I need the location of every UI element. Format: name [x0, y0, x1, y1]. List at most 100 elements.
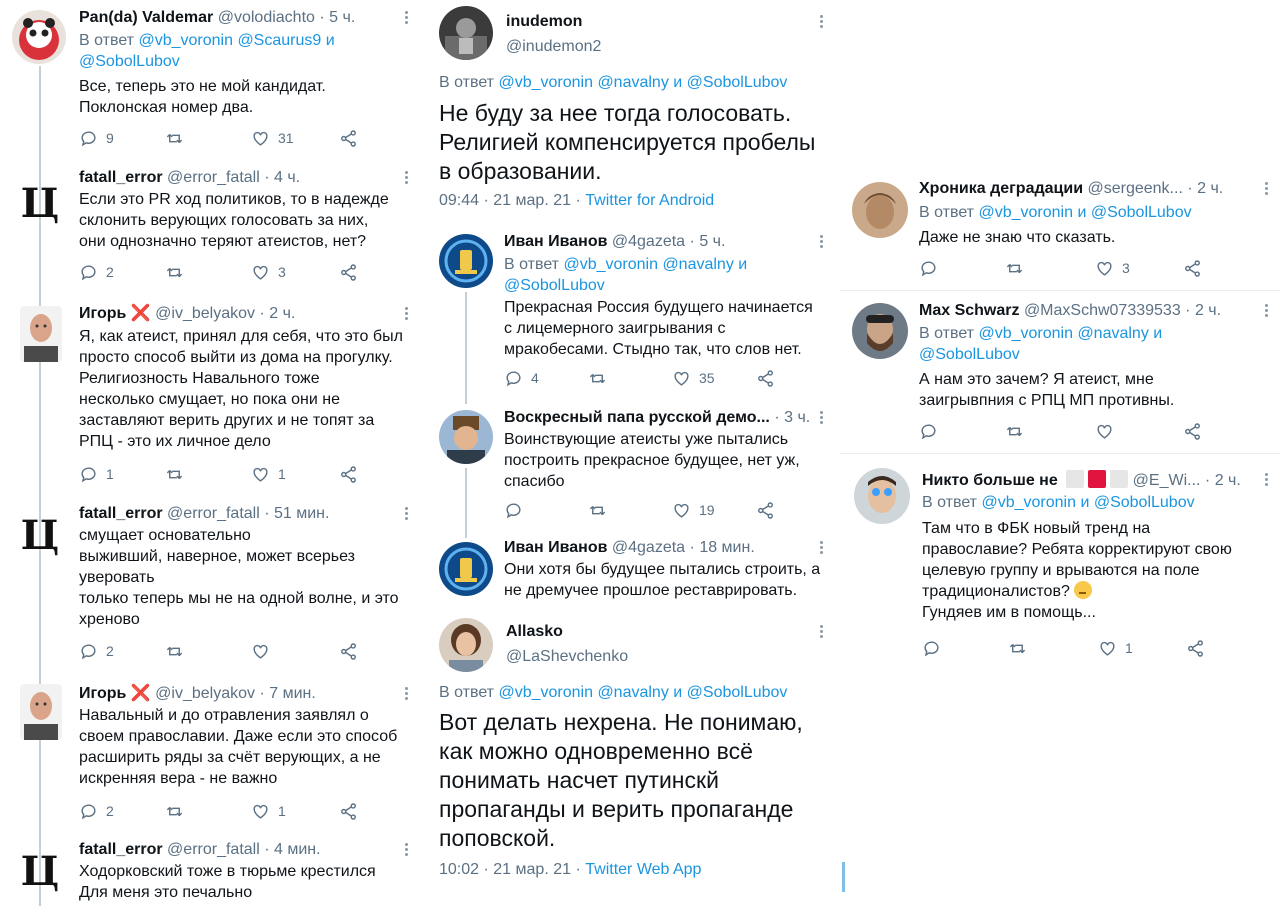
author-handle[interactable]: @4gazeta — [612, 539, 685, 556]
tweet-date[interactable]: 21 мар. 21 — [493, 861, 571, 878]
author-name[interactable]: fatall_error — [79, 841, 163, 858]
author-handle[interactable]: @MaxSchw07339533 — [1024, 302, 1181, 319]
tweet[interactable]: Иван Иванов @4gazeta · 5 ч. В ответ @vb_… — [425, 222, 840, 400]
author-handle[interactable]: @E_Wi... — [1133, 472, 1201, 489]
mention-link[interactable]: @vb_voronin — [138, 32, 233, 49]
tweet-focused[interactable]: inudemon @inudemon2 В ответ @vb_voronin … — [425, 0, 840, 222]
mention-link[interactable]: @SobolLubov — [1094, 494, 1195, 511]
more-icon[interactable] — [818, 14, 824, 30]
reply-button[interactable]: 9 — [79, 128, 114, 148]
tweet[interactable]: Игорь ❌ @iv_belyakov · 7 мин. Навальный … — [0, 676, 425, 836]
avatar[interactable]: Ц — [20, 178, 60, 230]
tweet-time[interactable]: 4 ч. — [274, 169, 300, 186]
tweet[interactable]: Иван Иванов @4gazeta · 18 мин. Они хотя … — [425, 532, 840, 612]
tweet[interactable]: Pan(da) Valdemar @volodiachto · 5 ч. В о… — [0, 0, 425, 160]
retweet-button[interactable] — [588, 500, 615, 520]
tweet-time[interactable]: 3 ч. — [784, 409, 810, 426]
mention-link[interactable]: @vb_voronin — [498, 684, 593, 701]
mention-link[interactable]: @SobolLubov — [504, 277, 605, 294]
author-handle[interactable]: @error_fatall — [167, 505, 260, 522]
author-handle[interactable]: @iv_belyakov — [155, 305, 255, 322]
mention-link[interactable]: @vb_voronin — [563, 256, 658, 273]
avatar[interactable]: Ц — [20, 846, 60, 898]
share-button[interactable] — [756, 368, 775, 388]
more-icon[interactable] — [403, 10, 409, 26]
tweet-time[interactable]: 10:02 — [439, 861, 479, 878]
author-name[interactable]: Воскресный папа русской демо... — [504, 409, 770, 426]
like-button[interactable]: 19 — [672, 500, 715, 520]
author-handle[interactable]: @iv_belyakov — [155, 685, 255, 702]
mention-link[interactable]: @SobolLubov — [687, 684, 788, 701]
more-icon[interactable] — [1263, 181, 1269, 197]
avatar[interactable] — [439, 410, 493, 464]
reply-button[interactable]: 1 — [79, 464, 114, 484]
share-button[interactable] — [1183, 421, 1202, 441]
avatar[interactable] — [439, 6, 493, 60]
like-button[interactable]: 1 — [251, 801, 286, 821]
tweet-time[interactable]: 2 ч. — [1215, 472, 1241, 489]
author-name[interactable]: Игорь — [79, 305, 126, 322]
avatar[interactable]: Ц — [20, 510, 60, 562]
like-button[interactable]: 3 — [1095, 258, 1130, 278]
reply-button[interactable] — [922, 638, 949, 658]
tweet[interactable]: Ц fatall_error @error_fatall · 51 мин. с… — [0, 496, 425, 676]
mention-link[interactable]: @navalny — [1077, 325, 1148, 342]
more-icon[interactable] — [403, 506, 409, 522]
more-icon[interactable] — [1263, 472, 1269, 488]
avatar[interactable] — [854, 468, 910, 524]
more-icon[interactable] — [818, 540, 824, 556]
tweet[interactable]: Воскресный папа русской демо... · 3 ч. В… — [425, 400, 840, 532]
tweet-time[interactable]: 09:44 — [439, 192, 479, 209]
tweet-time[interactable]: 2 ч. — [1195, 302, 1221, 319]
author-name[interactable]: Pan(da) Valdemar — [79, 9, 213, 26]
retweet-button[interactable] — [165, 641, 192, 661]
retweet-button[interactable] — [165, 128, 192, 148]
mention-link[interactable]: @SobolLubov — [1091, 204, 1192, 221]
author-handle[interactable]: @error_fatall — [167, 169, 260, 186]
mention-link[interactable]: @SobolLubov — [919, 346, 1020, 363]
avatar[interactable] — [852, 303, 908, 359]
like-button[interactable]: 35 — [672, 368, 715, 388]
like-button[interactable] — [1095, 421, 1122, 441]
author-handle[interactable]: @inudemon2 — [506, 38, 601, 55]
tweet[interactable]: Игорь ❌ @iv_belyakov · 2 ч. Я, как атеис… — [0, 300, 425, 496]
tweet-time[interactable]: 51 мин. — [274, 505, 329, 522]
mention-link[interactable]: @vb_voronin — [978, 204, 1073, 221]
mention-link[interactable]: @SobolLubov — [687, 74, 788, 91]
author-handle[interactable]: @sergeenk... — [1087, 180, 1182, 197]
retweet-button[interactable] — [1005, 258, 1032, 278]
tweet-time[interactable]: 4 мин. — [274, 841, 321, 858]
mention-link[interactable]: @navalny — [597, 74, 668, 91]
more-icon[interactable] — [403, 306, 409, 322]
more-icon[interactable] — [403, 842, 409, 858]
tweet-time[interactable]: 5 ч. — [699, 233, 725, 250]
more-icon[interactable] — [818, 624, 824, 640]
tweet-time[interactable]: 18 мин. — [699, 539, 754, 556]
mention-link[interactable]: @vb_voronin — [981, 494, 1076, 511]
like-button[interactable]: 1 — [251, 464, 286, 484]
author-name[interactable]: Иван Иванов — [504, 539, 607, 556]
tweet-time[interactable]: 2 ч. — [1197, 180, 1223, 197]
tweet[interactable]: Ц fatall_error @error_fatall · 4 ч. Если… — [0, 160, 425, 300]
author-name[interactable]: Max Schwarz — [919, 302, 1019, 319]
author-name[interactable]: inudemon — [506, 13, 582, 30]
author-handle[interactable]: @4gazeta — [612, 233, 685, 250]
mention-link[interactable]: @vb_voronin — [978, 325, 1073, 342]
avatar[interactable] — [12, 10, 66, 64]
author-handle[interactable]: @error_fatall — [167, 841, 260, 858]
like-button[interactable]: 1 — [1098, 638, 1133, 658]
tweet-time[interactable]: 7 мин. — [269, 685, 316, 702]
mention-link[interactable]: @navalny — [597, 684, 668, 701]
author-handle[interactable]: @LaShevchenko — [506, 648, 628, 665]
author-handle[interactable]: @volodiachto — [218, 9, 315, 26]
retweet-button[interactable] — [165, 464, 192, 484]
more-icon[interactable] — [818, 410, 824, 426]
share-button[interactable] — [339, 641, 358, 661]
more-icon[interactable] — [1263, 303, 1269, 319]
mention-link[interactable]: @navalny — [662, 256, 733, 273]
avatar[interactable] — [439, 234, 493, 288]
like-button[interactable] — [251, 641, 278, 661]
reply-button[interactable]: 2 — [79, 262, 114, 282]
share-button[interactable] — [339, 128, 358, 148]
source-app-link[interactable]: Twitter for Android — [585, 192, 714, 209]
